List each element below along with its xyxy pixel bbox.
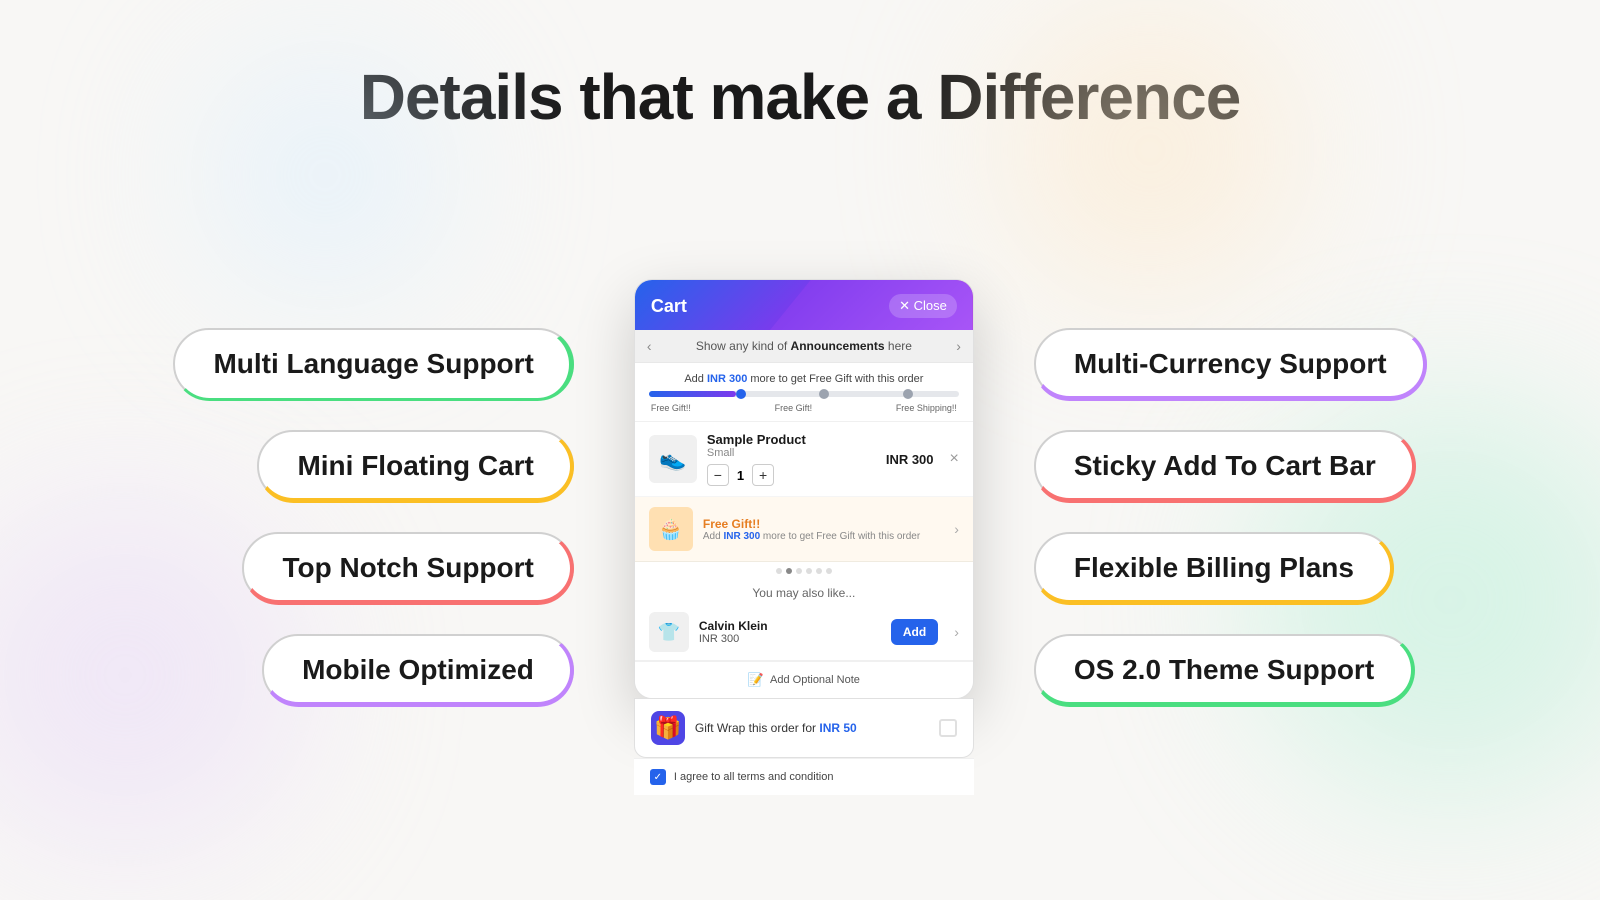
quantity-value: 1 bbox=[737, 468, 744, 483]
rec-add-button[interactable]: Add bbox=[891, 619, 938, 645]
feature-pill-top-notch[interactable]: Top Notch Support bbox=[242, 532, 573, 604]
free-gift-description: Add INR 300 more to get Free Gift with t… bbox=[703, 531, 944, 542]
right-features-group: Multi-Currency Support Sticky Add To Car… bbox=[1034, 328, 1427, 706]
feature-pill-mini-cart[interactable]: Mini Floating Cart bbox=[257, 430, 573, 502]
terms-section: ✓ I agree to all terms and condition bbox=[634, 758, 974, 795]
cart-title: Cart bbox=[651, 296, 687, 317]
announcements-text: Show any kind of Announcements here bbox=[696, 339, 912, 353]
free-gift-title: Free Gift!! bbox=[703, 517, 944, 531]
announcements-prev-arrow[interactable]: ‹ bbox=[647, 338, 652, 354]
feature-pill-multi-lang[interactable]: Multi Language Support bbox=[173, 328, 573, 400]
rec-product-name: Calvin Klein bbox=[699, 619, 881, 633]
cart-header: Cart ✕ Close bbox=[635, 280, 973, 330]
free-gift-section: 🧁 Free Gift!! Add INR 300 more to get Fr… bbox=[635, 497, 973, 562]
rec-product-price: INR 300 bbox=[699, 633, 881, 645]
cart-item: 👟 Sample Product Small − 1 + INR 300 × bbox=[635, 422, 973, 497]
gift-wrap-icon: 🎁 bbox=[651, 711, 685, 745]
feature-pill-flexible-billing[interactable]: Flexible Billing Plans bbox=[1034, 532, 1394, 604]
dot-3 bbox=[796, 568, 802, 574]
announcements-bar: ‹ Show any kind of Announcements here › bbox=[635, 330, 973, 363]
cart-item-variant: Small bbox=[707, 447, 876, 459]
cart-close-button[interactable]: ✕ Close bbox=[889, 294, 957, 318]
cart-item-remove-button[interactable]: × bbox=[950, 450, 959, 468]
rec-product-details: Calvin Klein INR 300 bbox=[699, 619, 881, 645]
progress-bar-container bbox=[649, 391, 959, 397]
features-layout: Multi Language Support Mini Floating Car… bbox=[0, 174, 1600, 900]
dot-2 bbox=[786, 568, 792, 574]
cart-ui: Cart ✕ Close ‹ Show any kind of Announce… bbox=[634, 279, 974, 699]
dot-5 bbox=[816, 568, 822, 574]
progress-labels: Free Gift!! Free Gift! Free Shipping!! bbox=[649, 403, 959, 413]
quantity-increase-button[interactable]: + bbox=[752, 464, 774, 486]
left-features-group: Multi Language Support Mini Floating Car… bbox=[173, 328, 573, 706]
product-recommendation: 👕 Calvin Klein INR 300 Add › bbox=[635, 604, 973, 661]
progress-text: Add INR 300 more to get Free Gift with t… bbox=[649, 373, 959, 385]
page-container: Details that make a Difference Multi Lan… bbox=[0, 0, 1600, 900]
note-label: Add Optional Note bbox=[770, 674, 860, 686]
cart-item-price: INR 300 bbox=[886, 452, 934, 467]
progress-bar-fill bbox=[649, 391, 736, 397]
dot-1 bbox=[776, 568, 782, 574]
cart-item-image: 👟 bbox=[649, 435, 697, 483]
quantity-decrease-button[interactable]: − bbox=[707, 464, 729, 486]
dots-separator bbox=[635, 562, 973, 580]
gift-wrap-section: 🎁 Gift Wrap this order for INR 50 bbox=[634, 698, 974, 758]
rec-product-image: 👕 bbox=[649, 612, 689, 652]
progress-dot-2 bbox=[819, 389, 829, 399]
terms-checkbox[interactable]: ✓ bbox=[650, 769, 666, 785]
free-gift-arrow[interactable]: › bbox=[954, 521, 959, 537]
rec-arrow[interactable]: › bbox=[954, 624, 959, 640]
gift-wrap-checkbox[interactable] bbox=[939, 719, 957, 737]
dot-6 bbox=[826, 568, 832, 574]
feature-pill-sticky-cart[interactable]: Sticky Add To Cart Bar bbox=[1034, 430, 1416, 502]
cart-item-details: Sample Product Small − 1 + bbox=[707, 432, 876, 486]
announcements-next-arrow[interactable]: › bbox=[956, 338, 961, 354]
feature-pill-multi-currency[interactable]: Multi-Currency Support bbox=[1034, 328, 1427, 400]
free-gift-image: 🧁 bbox=[649, 507, 693, 551]
feature-pill-os-theme[interactable]: OS 2.0 Theme Support bbox=[1034, 634, 1414, 706]
progress-dot-1 bbox=[736, 389, 746, 399]
note-icon: 📝 bbox=[748, 672, 764, 688]
gift-wrap-text: Gift Wrap this order for INR 50 bbox=[695, 721, 929, 735]
cart-mockup-wrapper: Cart ✕ Close ‹ Show any kind of Announce… bbox=[634, 279, 974, 795]
add-optional-note[interactable]: 📝 Add Optional Note bbox=[635, 661, 973, 698]
terms-text: I agree to all terms and condition bbox=[674, 771, 834, 783]
progress-dot-3 bbox=[903, 389, 913, 399]
quantity-controls: − 1 + bbox=[707, 464, 876, 486]
cart-item-name: Sample Product bbox=[707, 432, 876, 447]
dot-4 bbox=[806, 568, 812, 574]
feature-pill-mobile-opt[interactable]: Mobile Optimized bbox=[262, 634, 574, 706]
free-gift-details: Free Gift!! Add INR 300 more to get Free… bbox=[703, 517, 944, 542]
page-title: Details that make a Difference bbox=[360, 60, 1241, 134]
cart-progress-section: Add INR 300 more to get Free Gift with t… bbox=[635, 363, 973, 422]
you-may-like-label: You may also like... bbox=[635, 580, 973, 604]
